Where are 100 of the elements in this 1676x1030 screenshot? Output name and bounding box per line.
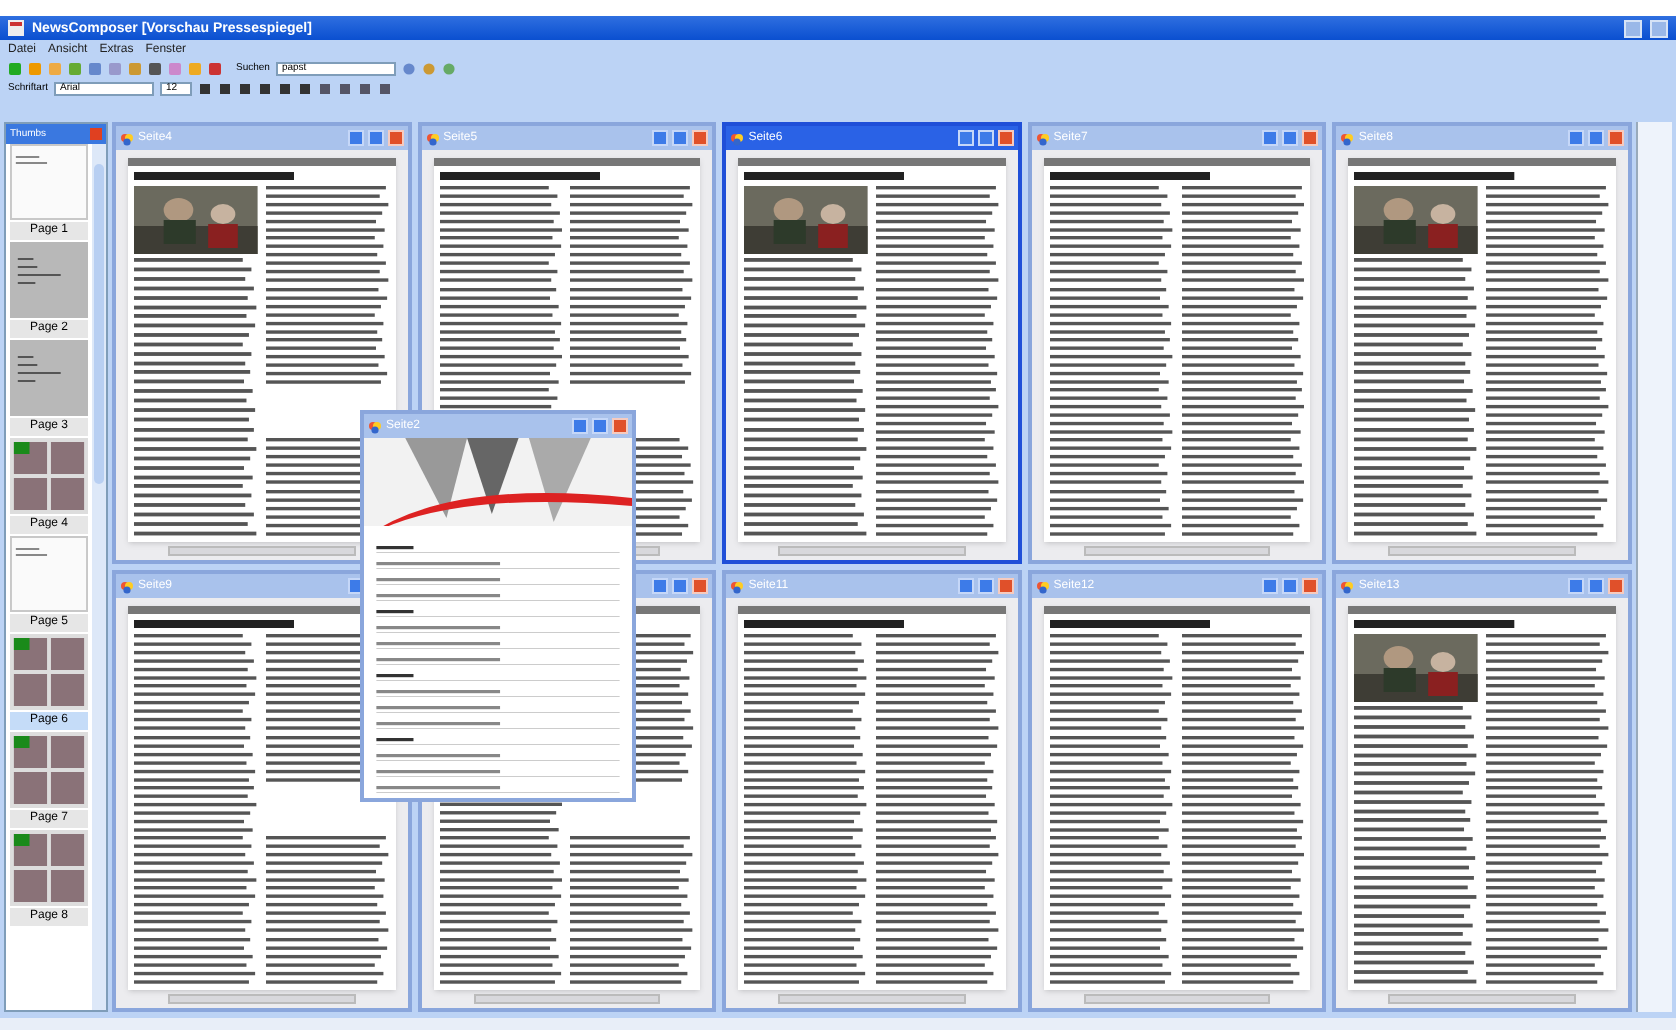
text-block-drawing (265, 836, 390, 883)
minimize-button[interactable] (572, 418, 588, 434)
text-block-drawing (876, 886, 1000, 934)
text-block-drawing (1181, 836, 1305, 883)
window-icon (1340, 131, 1355, 145)
text-block-drawing (744, 427, 868, 480)
minimize-button[interactable] (1568, 130, 1584, 146)
text-block-drawing (1049, 735, 1174, 782)
text-block-drawing (1049, 937, 1174, 984)
text-block-drawing (1486, 388, 1611, 435)
text-block-drawing (1181, 438, 1305, 486)
text-block-drawing (1181, 735, 1305, 782)
text-block-drawing (134, 735, 258, 782)
window-icon (1035, 579, 1050, 593)
close-button[interactable] (387, 130, 404, 146)
text-block-drawing (636, 634, 695, 681)
text-block-drawing (744, 937, 868, 984)
text-block-drawing (1181, 337, 1305, 385)
text-block-drawing (1486, 287, 1611, 334)
text-block-drawing (876, 287, 1000, 334)
minimize-button[interactable] (957, 130, 974, 146)
maximize-button[interactable] (672, 578, 689, 594)
window-icon (1035, 131, 1050, 145)
text-block-drawing (265, 684, 360, 732)
page-thumbnail (10, 732, 88, 808)
text-block-drawing (1486, 186, 1611, 233)
maximize-button[interactable] (672, 130, 689, 146)
text-block-drawing (570, 337, 695, 385)
minimize-button[interactable] (347, 130, 364, 146)
text-block-drawing (744, 314, 868, 367)
text-block-drawing (439, 186, 563, 233)
window-icon (1340, 579, 1355, 593)
text-block-drawing (636, 684, 695, 732)
text-block-drawing (1486, 785, 1611, 833)
maximize-button[interactable] (977, 578, 994, 594)
maximize-button[interactable] (367, 130, 384, 146)
text-block-drawing (1181, 236, 1305, 284)
minimize-button[interactable] (957, 578, 974, 594)
text-block-drawing (439, 388, 563, 410)
text-block-drawing (1181, 684, 1305, 732)
text-block-drawing (636, 438, 695, 486)
close-button[interactable] (1608, 578, 1624, 594)
maximize-button[interactable] (1650, 19, 1668, 37)
maximize-button[interactable] (1282, 130, 1299, 146)
text-block-drawing (744, 634, 868, 681)
close-button[interactable] (1302, 130, 1319, 146)
minimize-button[interactable] (1262, 130, 1279, 146)
minimize-button[interactable] (652, 130, 669, 146)
text-block-drawing (744, 684, 868, 732)
text-block-drawing (744, 886, 868, 934)
text-block-drawing (265, 438, 360, 486)
close-button[interactable] (692, 578, 709, 594)
close-button[interactable] (997, 578, 1014, 594)
maximize-button[interactable] (1588, 578, 1604, 594)
text-block-drawing (876, 836, 1000, 883)
text-block-drawing (134, 836, 258, 883)
text-block-drawing (1049, 489, 1174, 536)
text-block-drawing (439, 886, 563, 934)
text-block-drawing (265, 287, 390, 334)
text-block-drawing (1049, 186, 1174, 233)
text-block-drawing (1486, 886, 1611, 934)
close-button[interactable] (1608, 130, 1624, 146)
minimize-button[interactable] (1262, 578, 1279, 594)
text-block-drawing (1181, 785, 1305, 833)
text-block-drawing (134, 258, 258, 311)
text-block-drawing (1049, 836, 1174, 883)
text-block-drawing (1049, 438, 1174, 486)
text-block-drawing (134, 684, 258, 732)
text-block-drawing (265, 634, 360, 681)
text-block-drawing (744, 836, 868, 883)
text-block-drawing (876, 634, 1000, 681)
text-block-drawing (1354, 427, 1479, 480)
maximize-button[interactable] (1588, 130, 1604, 146)
text-block-drawing (439, 236, 563, 284)
scrollbar[interactable] (92, 144, 106, 1010)
text-block-drawing (1181, 937, 1305, 984)
page-thumbnail (10, 438, 88, 514)
text-block-drawing (1486, 489, 1611, 536)
text-block-drawing (570, 186, 695, 233)
text-block-drawing (1354, 706, 1479, 759)
restore-button[interactable] (1624, 19, 1642, 37)
text-block-drawing (439, 836, 563, 883)
text-block-drawing (1354, 875, 1479, 928)
text-block-drawing (134, 427, 258, 480)
text-block-drawing (265, 186, 390, 233)
minimize-button[interactable] (1568, 578, 1584, 594)
close-button[interactable] (612, 418, 628, 434)
close-button[interactable] (997, 130, 1014, 146)
maximize-button[interactable] (1282, 578, 1299, 594)
text-block-drawing (1354, 370, 1479, 424)
text-block-drawing (744, 735, 868, 782)
text-block-drawing (1181, 186, 1305, 233)
text-block-drawing (876, 388, 1000, 435)
maximize-button[interactable] (977, 130, 994, 146)
text-block-drawing (1486, 735, 1611, 782)
maximize-button[interactable] (592, 418, 608, 434)
minimize-button[interactable] (652, 578, 669, 594)
close-button[interactable] (1302, 578, 1319, 594)
text-block-drawing (1354, 258, 1479, 311)
close-button[interactable] (692, 130, 709, 146)
